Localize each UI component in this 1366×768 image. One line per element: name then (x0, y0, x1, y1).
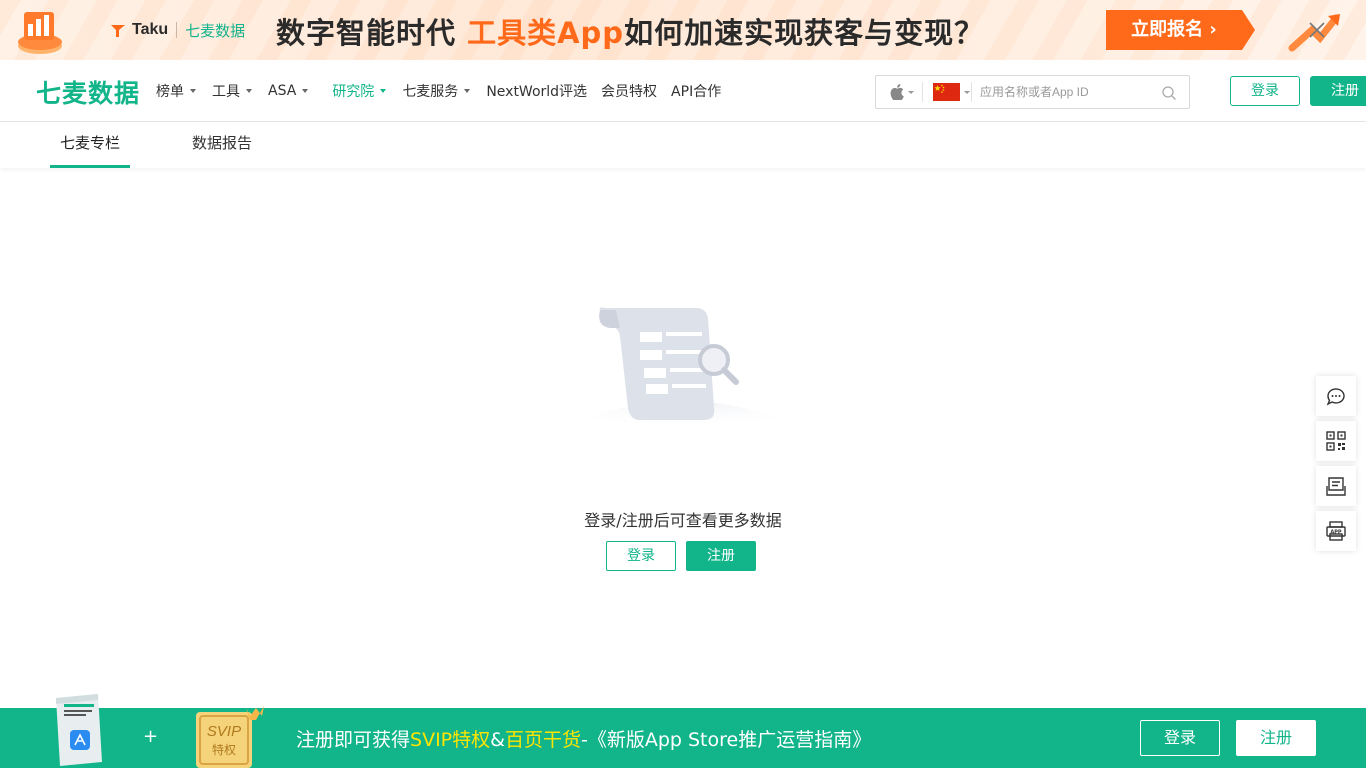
menu-item-label: 榜单 (156, 84, 184, 100)
qimai-wordmark: 七麦数据 (185, 21, 246, 40)
login-button[interactable]: 登录 (1230, 76, 1300, 106)
svip-badge-label: SVIP (207, 723, 241, 740)
app-download-icon: APP (1326, 521, 1346, 541)
promo-register-button[interactable]: 注册 (1236, 720, 1316, 756)
menu-item-api[interactable]: API合作 (671, 60, 721, 122)
cta-arrow-tip (1242, 10, 1255, 50)
caret-down-icon (302, 89, 309, 93)
cta-label: 立即报名 › (1106, 10, 1242, 50)
search-divider (971, 82, 972, 102)
headline-pre: 数字智能时代 (276, 16, 468, 50)
search-icon[interactable] (1161, 85, 1177, 101)
bottom-promo-bar: + SVIP 特权 注册即可获得SVIP特权&百页干货-《新版App Store… (0, 694, 1366, 768)
promo-text-2: -《新版App Store推广运营指南》 (580, 729, 872, 751)
brand-logo[interactable]: 七麦数据 (36, 74, 140, 110)
country-select[interactable] (923, 82, 971, 102)
svip-badge-sub: 特权 (212, 742, 236, 757)
chat-icon (1326, 388, 1345, 406)
guidebook-cover-icon (56, 694, 102, 766)
promo-text-amp: & (490, 729, 505, 751)
svg-text:APP: APP (1330, 530, 1342, 536)
qrcode-icon (1326, 431, 1346, 451)
main-menu: 榜单 工具 ASA 研究院 七麦服务 NextWorld评选 会员特权 API合… (156, 60, 735, 122)
china-flag-icon (933, 83, 960, 101)
top-ad-banner[interactable]: Taku 七麦数据 数字智能时代 工具类App如何加速实现获客与变现？ 立即报名… (0, 0, 1366, 60)
feedback-icon (1326, 477, 1346, 496)
promo-plus: + (143, 726, 159, 747)
headline-post: 如何加速实现获客与变现？ (624, 16, 985, 50)
menu-item-label: 研究院 (332, 84, 375, 100)
sub-tabs: 七麦专栏 数据报告 (0, 122, 1366, 168)
app-search-box (875, 75, 1190, 109)
menu-item-label: 会员特权 (601, 84, 658, 100)
register-now-button[interactable]: 立即报名 › (1106, 10, 1256, 50)
promo-text-svip: SVIP特权 (410, 729, 491, 751)
empty-register-button[interactable]: 注册 (686, 541, 756, 571)
menu-item-services[interactable]: 七麦服务 (402, 60, 471, 122)
caret-down-icon (190, 89, 196, 93)
tab-data-reports[interactable]: 数据报告 (180, 122, 264, 168)
svip-badge-icon: SVIP 特权 (196, 706, 264, 768)
partner-divider (176, 22, 178, 38)
headline-highlight: 工具类App (467, 16, 625, 50)
menu-item-label: API合作 (671, 84, 722, 100)
menu-item-label: 工具 (212, 84, 240, 100)
promo-login-button[interactable]: 登录 (1140, 720, 1220, 756)
empty-state-message: 登录/注册后可查看更多数据 (584, 511, 782, 530)
promo-text-1: 注册即可获得 (296, 729, 411, 751)
menu-item-label: ASA (268, 83, 297, 99)
banner-partner-logos: Taku 七麦数据 (110, 19, 245, 41)
menu-item-asa[interactable]: ASA (268, 60, 309, 122)
side-feedback-button[interactable] (1316, 466, 1356, 506)
search-input[interactable] (980, 77, 1160, 107)
cta-text: 立即报名 (1131, 19, 1204, 40)
apple-icon (890, 84, 904, 100)
menu-item-research[interactable]: 研究院 (332, 60, 387, 122)
side-chat-button[interactable] (1316, 376, 1356, 416)
banner-headline: 数字智能时代 工具类App如何加速实现获客与变现？ (276, 10, 984, 52)
menu-item-tools[interactable]: 工具 (212, 60, 252, 122)
menu-item-membership[interactable]: 会员特权 (601, 60, 657, 122)
caret-down-icon (964, 90, 970, 94)
taku-wordmark: Taku (132, 21, 169, 38)
main-navbar: 七麦数据 榜单 工具 ASA 研究院 七麦服务 NextWorld评选 会员特权… (0, 60, 1366, 122)
promo-message: 注册即可获得SVIP特权&百页干货-《新版App Store推广运营指南》 (296, 725, 871, 752)
caret-down-icon (464, 89, 471, 93)
menu-item-label: 七麦服务 (402, 84, 459, 100)
caret-down-icon (908, 90, 914, 94)
cta-chevron-icon: › (1209, 19, 1217, 40)
close-icon[interactable] (1307, 20, 1327, 40)
caret-down-icon (380, 89, 387, 93)
tab-qimai-column[interactable]: 七麦专栏 (50, 122, 130, 168)
floating-side-toolbar: APP (1316, 376, 1356, 556)
side-app-download-button[interactable]: APP (1316, 511, 1356, 551)
empty-document-search-illustration (528, 307, 838, 446)
side-qrcode-button[interactable] (1316, 421, 1356, 461)
menu-item-nextworld[interactable]: NextWorld评选 (486, 60, 587, 122)
menu-item-rankings[interactable]: 榜单 (156, 60, 196, 122)
taku-logo-icon (111, 25, 125, 37)
menu-item-label: NextWorld评选 (486, 84, 588, 100)
chart-badge-icon (18, 12, 62, 54)
caret-down-icon (246, 89, 252, 93)
register-button[interactable]: 注册 (1310, 76, 1366, 106)
platform-select[interactable] (876, 82, 922, 102)
empty-login-button[interactable]: 登录 (606, 541, 676, 571)
promo-text-goods: 百页干货 (504, 729, 581, 751)
